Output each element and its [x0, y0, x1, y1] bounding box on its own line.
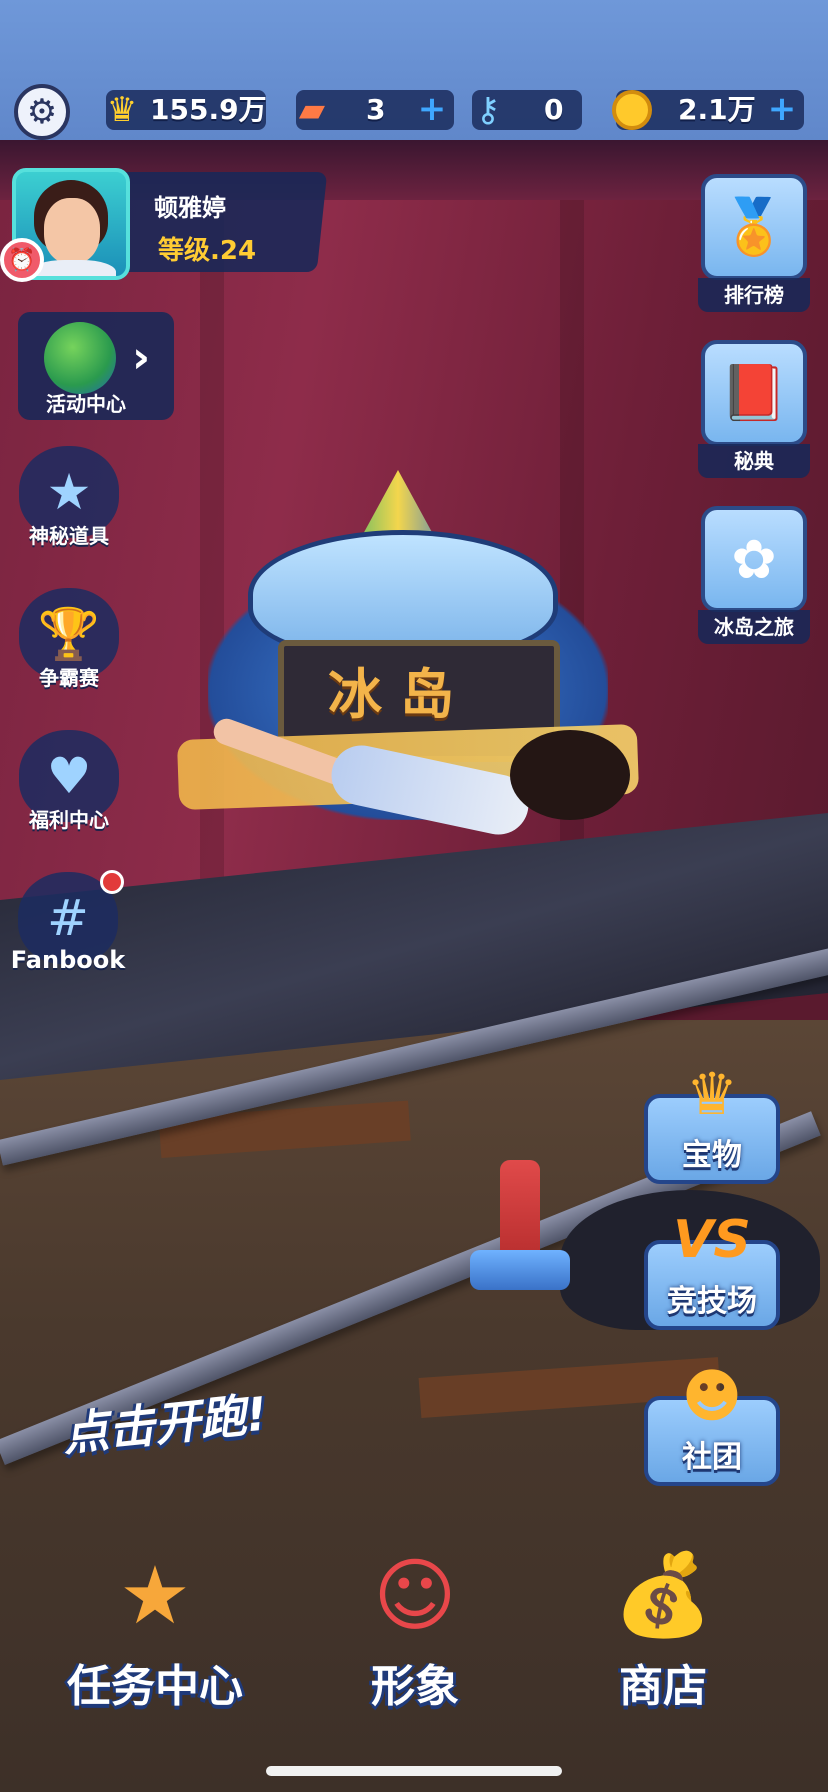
currency-bar: ⚙ ♛ 155.9万 ▰ 3 + ⚷ 0 2.1万 +: [0, 80, 828, 142]
key-icon: ⚷: [475, 90, 501, 130]
leaderboard-button[interactable]: 🏅 排行榜: [698, 174, 810, 312]
ice-island-trip-button[interactable]: ✿ 冰岛之旅: [698, 506, 810, 644]
treasure-button[interactable]: ♛ 宝物: [644, 1060, 780, 1184]
hoverboard-icon: ▰: [298, 90, 326, 130]
club-members-icon: ☻: [681, 1362, 743, 1430]
treasure-label: 宝物: [682, 1138, 742, 1173]
player-name: 顿雅婷: [154, 194, 226, 222]
welfare-center-button[interactable]: ♥ 福利中心: [14, 730, 124, 833]
score-pill: ♛ 155.9万: [106, 90, 267, 130]
appearance-button[interactable]: ☺ 形象: [300, 1520, 530, 1713]
podium-icon: 🏅: [701, 174, 807, 280]
missions-label: 任务中心: [67, 1661, 243, 1712]
character-avatar-icon: ☺: [373, 1548, 457, 1642]
notification-dot: [100, 870, 124, 894]
add-coins-button[interactable]: +: [766, 92, 798, 126]
missions-button[interactable]: ★ 任务中心: [40, 1520, 270, 1713]
ice-island-trip-label: 冰岛之旅: [698, 610, 810, 644]
versus-icon: VS: [673, 1210, 751, 1270]
pansy-flower-icon: ✿: [701, 506, 807, 612]
boards-pill[interactable]: ▰ 3 +: [296, 90, 454, 130]
event-center-button[interactable]: › 活动中心: [18, 312, 174, 420]
coins-value: 2.1万: [678, 93, 756, 126]
arena-button[interactable]: VS 竞技场: [644, 1206, 780, 1330]
club-label: 社团: [682, 1440, 742, 1475]
book-icon: 📕: [701, 340, 807, 446]
chevron-right-icon: ›: [132, 332, 151, 383]
mystery-items-button[interactable]: ★ 神秘道具: [14, 446, 124, 549]
logo-title: 冰岛: [328, 663, 472, 726]
home-indicator[interactable]: [266, 1766, 562, 1776]
spray-cans: [470, 1160, 580, 1310]
score-value: 155.9万: [150, 93, 267, 126]
event-center-label: 活动中心: [46, 392, 126, 416]
shop-label: 商店: [619, 1661, 707, 1712]
shop-button[interactable]: 💰 商店: [548, 1520, 778, 1712]
coins-pill[interactable]: 2.1万 +: [612, 90, 804, 130]
gear-icon: ⚙: [26, 92, 58, 132]
secret-book-button[interactable]: 📕 秘典: [698, 340, 810, 478]
add-boards-button[interactable]: +: [416, 92, 448, 126]
keys-value: 0: [544, 93, 564, 126]
alarm-clock-icon: ⏰: [0, 238, 44, 282]
club-button[interactable]: ☻ 社团: [644, 1362, 780, 1486]
fanbook-label: Fanbook: [10, 946, 126, 974]
leaderboard-label: 排行榜: [698, 278, 810, 312]
crown-icon: ♛: [686, 1060, 738, 1128]
runner-character: [210, 715, 640, 880]
crown-icon: ♛: [106, 90, 138, 130]
boards-value: 3: [366, 93, 386, 126]
player-profile[interactable]: ⏰ 顿雅婷 等级.24: [0, 168, 328, 282]
settings-button[interactable]: ⚙: [14, 84, 70, 140]
championship-button[interactable]: 🏆 争霸赛: [14, 588, 124, 691]
secret-book-label: 秘典: [698, 444, 810, 478]
keys-pill: ⚷ 0: [472, 90, 582, 130]
fanbook-button[interactable]: # Fanbook: [8, 870, 128, 974]
championship-label: 争霸赛: [39, 666, 99, 690]
coin-icon: [608, 86, 656, 134]
appearance-label: 形象: [371, 1661, 459, 1712]
player-level: 等级.24: [158, 236, 257, 266]
spray-cans-icon: ★: [119, 1548, 191, 1642]
arena-label: 竞技场: [667, 1284, 757, 1319]
money-bag-icon: 💰: [613, 1548, 713, 1641]
globe-icon: [44, 322, 116, 394]
mystery-items-label: 神秘道具: [29, 524, 109, 548]
welfare-center-label: 福利中心: [29, 808, 109, 832]
